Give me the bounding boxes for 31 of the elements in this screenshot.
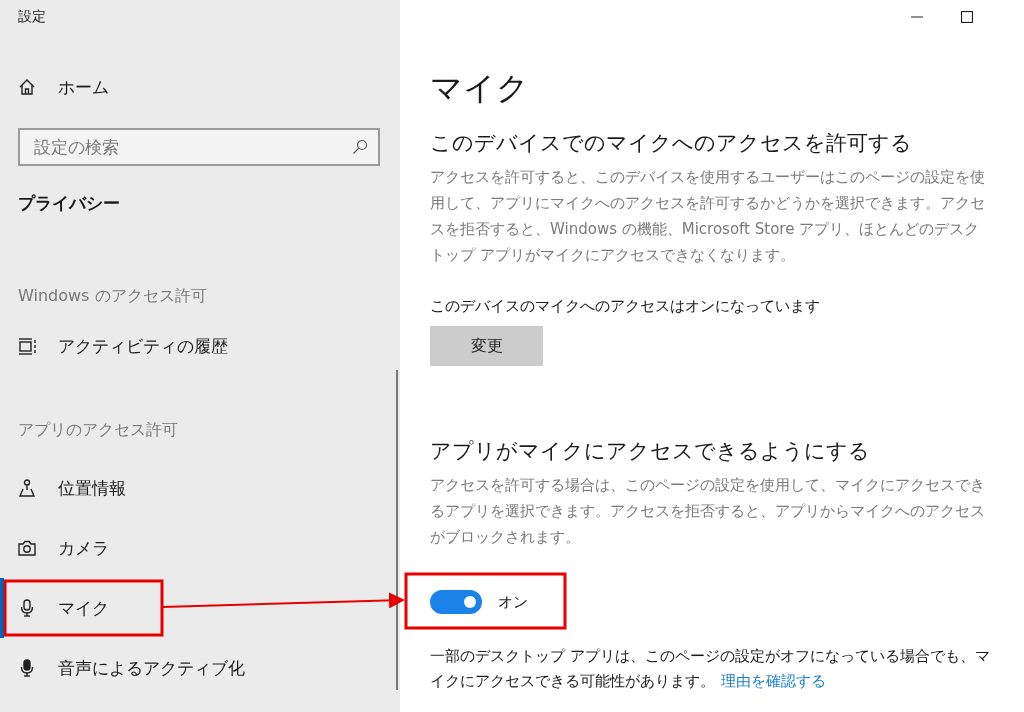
timeline-icon bbox=[18, 337, 36, 355]
window-title: 設定 bbox=[17, 7, 47, 26]
nav-item[interactable]: アクティビティの履歴 bbox=[0, 316, 400, 376]
toggle-label: オン bbox=[498, 592, 528, 612]
nav-item[interactable]: 位置情報 bbox=[0, 458, 400, 518]
nav-item[interactable]: 音声によるアクティブ化 bbox=[0, 638, 400, 698]
nav-item[interactable]: カメラ bbox=[0, 518, 400, 578]
search-icon bbox=[352, 139, 368, 155]
microphone-icon bbox=[18, 659, 36, 677]
camera-icon bbox=[18, 539, 36, 557]
section-heading: このデバイスでのマイクへのアクセスを許可する bbox=[430, 130, 913, 157]
status-text: このデバイスのマイクへのアクセスはオンになっています bbox=[430, 296, 821, 317]
group-header: アプリのアクセス許可 bbox=[17, 419, 179, 441]
maximize-button[interactable] bbox=[960, 10, 974, 24]
note-text: 一部のデスクトップ アプリは、このページの設定がオフになっている場合でも、マイクにアクセスできる可能性があります。 理由を確認する bbox=[430, 646, 991, 692]
home-icon bbox=[18, 78, 36, 96]
location-pin-icon bbox=[18, 479, 36, 497]
microphone-icon bbox=[18, 599, 36, 617]
scrollbar[interactable] bbox=[396, 370, 398, 690]
toggle-switch[interactable] bbox=[430, 590, 482, 614]
home-nav-item[interactable]: ホーム bbox=[0, 60, 400, 114]
category-title: プライバシー bbox=[17, 192, 121, 215]
change-button[interactable]: 変更 bbox=[430, 326, 543, 366]
reason-link[interactable]: 理由を確認する bbox=[721, 672, 826, 690]
search-field[interactable]: 設定の検索 bbox=[18, 128, 380, 166]
page-title: マイク bbox=[430, 68, 530, 108]
section-heading: アプリがマイクにアクセスできるようにする bbox=[430, 438, 871, 465]
maximize-icon bbox=[961, 11, 973, 23]
group-header: Windows のアクセス許可 bbox=[17, 285, 208, 307]
section-description: アクセスを許可する場合は、このページの設定を使用して、マイクにアクセスできるアプリを選択できます。アクセスを拒否すると、アプリからマイクへのアクセスがブロックされます。 bbox=[430, 475, 986, 548]
section-description: アクセスを許可すると、このデバイスを使用するユーザーはこのページの設定を使用して、アプリにマイクへのアクセスを許可するかどうかを選択できます。アクセスを拒否すると、Windows の機能、Microsoft Store アプリ、ほとんどのデスクトップ アプリがマイクにアクセスできなくなります。 bbox=[430, 167, 986, 266]
